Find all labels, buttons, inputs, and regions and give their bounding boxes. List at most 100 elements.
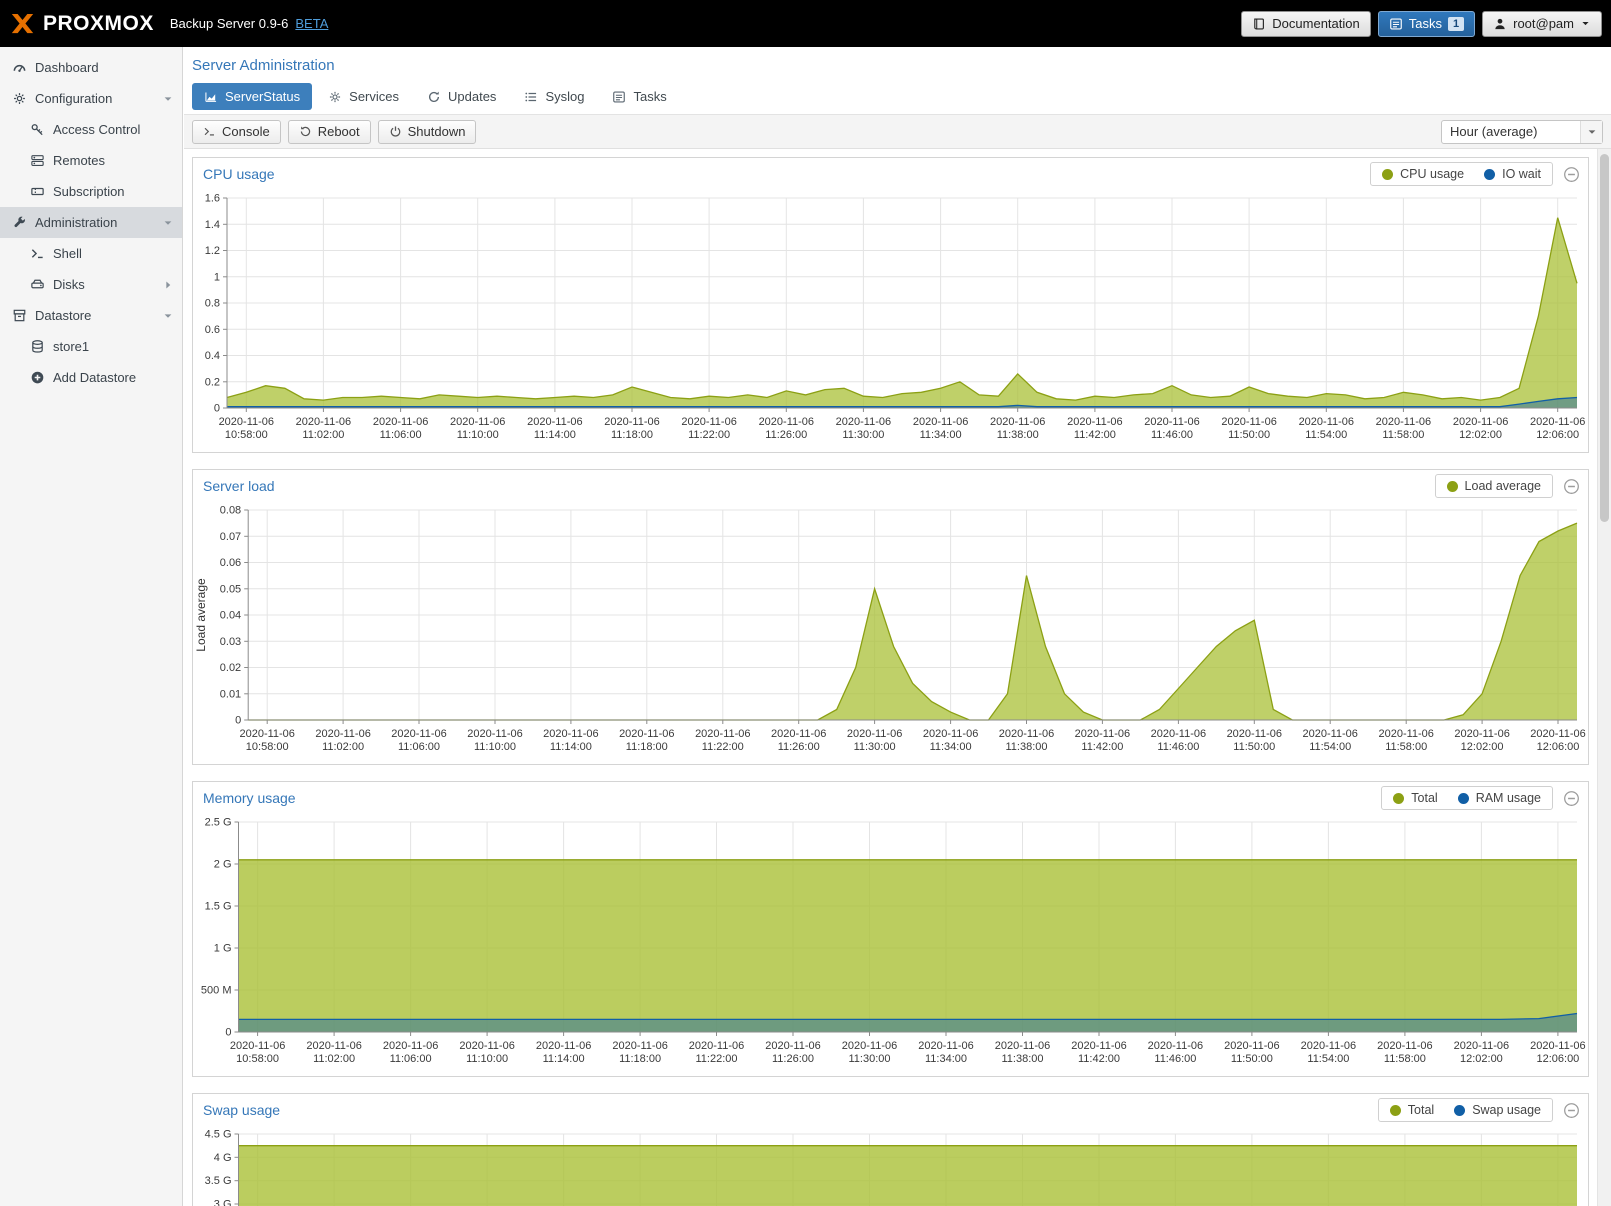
console-button[interactable]: Console <box>192 120 281 144</box>
user-menu-button[interactable]: root@pam <box>1482 11 1602 37</box>
collapse-arrow-icon[interactable] <box>162 93 174 105</box>
tab-label: Tasks <box>633 89 666 104</box>
svg-text:Load average: Load average <box>194 578 208 652</box>
memory-usage-chart: 0500 M1 G1.5 G2 G2.5 G2020-11-0610:58:00… <box>193 814 1589 1076</box>
legend-item-load-average[interactable]: Load average <box>1447 479 1541 493</box>
server-toolbar: Console Reboot Shutdown Hour (average) <box>184 114 1611 149</box>
sidebar-item-shell[interactable]: Shell <box>0 238 182 269</box>
svg-text:11:50:00: 11:50:00 <box>1233 741 1275 753</box>
legend-item-ram-usage[interactable]: RAM usage <box>1458 791 1541 805</box>
sidebar-item-configuration[interactable]: Configuration <box>0 83 182 114</box>
sidebar-item-remotes[interactable]: Remotes <box>0 145 182 176</box>
select-trigger[interactable] <box>1580 121 1602 143</box>
sidebar-item-access-control[interactable]: Access Control <box>0 114 182 145</box>
sidebar-item-dashboard[interactable]: Dashboard <box>0 52 182 83</box>
svg-text:2020-11-06: 2020-11-06 <box>450 416 505 428</box>
svg-text:11:14:00: 11:14:00 <box>543 1053 585 1065</box>
sidebar-item-administration[interactable]: Administration <box>0 207 182 238</box>
svg-text:11:06:00: 11:06:00 <box>390 1053 432 1065</box>
tab-updates[interactable]: Updates <box>415 83 508 110</box>
collapse-arrow-icon[interactable] <box>162 217 174 229</box>
svg-text:2020-11-06: 2020-11-06 <box>1454 1040 1509 1052</box>
tasks-button[interactable]: Tasks 1 <box>1378 11 1475 37</box>
svg-text:11:54:00: 11:54:00 <box>1305 429 1347 441</box>
svg-text:2020-11-06: 2020-11-06 <box>1530 1040 1585 1052</box>
documentation-button[interactable]: Documentation <box>1241 11 1370 37</box>
svg-text:12:02:00: 12:02:00 <box>1460 1053 1503 1065</box>
collapse-panel-icon[interactable] <box>1563 478 1580 495</box>
panel-title: Memory usage <box>203 790 1381 806</box>
collapse-panel-icon[interactable] <box>1563 166 1580 183</box>
svg-text:2020-11-06: 2020-11-06 <box>913 416 968 428</box>
svg-text:11:22:00: 11:22:00 <box>702 741 744 753</box>
panel-header: Swap usage Total Swap usage <box>193 1094 1588 1126</box>
legend-item-io-wait[interactable]: IO wait <box>1484 167 1541 181</box>
svg-text:1.6: 1.6 <box>205 193 220 205</box>
chart-legend: Total RAM usage <box>1381 786 1553 810</box>
reboot-button[interactable]: Reboot <box>288 120 371 144</box>
legend-item-total[interactable]: Total <box>1390 1103 1434 1117</box>
timeframe-select[interactable]: Hour (average) <box>1441 120 1603 144</box>
wrench-icon <box>12 215 27 230</box>
sidebar-item-store1[interactable]: store1 <box>0 331 182 362</box>
shutdown-button[interactable]: Shutdown <box>378 120 477 144</box>
tab-label: Syslog <box>545 89 584 104</box>
svg-text:11:58:00: 11:58:00 <box>1384 1053 1426 1065</box>
svg-text:2020-11-06: 2020-11-06 <box>239 728 294 740</box>
svg-text:11:26:00: 11:26:00 <box>772 1053 814 1065</box>
legend-item-cpu-usage[interactable]: CPU usage <box>1382 167 1464 181</box>
chart-legend: Total Swap usage <box>1378 1098 1553 1122</box>
svg-text:2020-11-06: 2020-11-06 <box>459 1040 514 1052</box>
svg-text:11:18:00: 11:18:00 <box>626 741 668 753</box>
caret-down-icon <box>1580 18 1591 29</box>
svg-text:11:50:00: 11:50:00 <box>1228 429 1270 441</box>
panel-header: CPU usage CPU usage IO wait <box>193 158 1588 190</box>
sidebar-item-label: Datastore <box>35 308 91 323</box>
scrollbar-thumb[interactable] <box>1600 154 1609 522</box>
tab-tasks[interactable]: Tasks <box>600 83 678 110</box>
svg-text:11:30:00: 11:30:00 <box>842 429 884 441</box>
svg-text:11:50:00: 11:50:00 <box>1231 1053 1273 1065</box>
svg-text:2020-11-06: 2020-11-06 <box>847 728 902 740</box>
collapse-panel-icon[interactable] <box>1563 1102 1580 1119</box>
svg-text:2020-11-06: 2020-11-06 <box>296 416 351 428</box>
terminal-icon <box>203 125 216 138</box>
collapse-arrow-icon[interactable] <box>162 310 174 322</box>
tab-label: Services <box>349 89 399 104</box>
svg-text:11:58:00: 11:58:00 <box>1382 429 1424 441</box>
sidebar-item-subscription[interactable]: Subscription <box>0 176 182 207</box>
svg-text:2020-11-06: 2020-11-06 <box>391 728 446 740</box>
svg-text:0.02: 0.02 <box>220 662 241 674</box>
svg-text:11:10:00: 11:10:00 <box>457 429 499 441</box>
collapse-panel-icon[interactable] <box>1563 790 1580 807</box>
panel-cpu-usage: CPU usage CPU usage IO wait 00.20.40.60. <box>192 157 1589 453</box>
chart-legend: CPU usage IO wait <box>1370 162 1553 186</box>
svg-text:11:42:00: 11:42:00 <box>1074 429 1116 441</box>
svg-text:11:26:00: 11:26:00 <box>778 741 820 753</box>
sidebar-item-label: Dashboard <box>35 60 99 75</box>
svg-text:2020-11-06: 2020-11-06 <box>527 416 582 428</box>
proxmox-backup-server-app: PROXMOX Backup Server 0.9-6 BETA Documen… <box>0 0 1611 1206</box>
sidebar-item-add-datastore[interactable]: Add Datastore <box>0 362 182 393</box>
plus-circle-icon <box>30 370 45 385</box>
sidebar-item-datastore[interactable]: Datastore <box>0 300 182 331</box>
svg-text:2020-11-06: 2020-11-06 <box>999 728 1054 740</box>
beta-link[interactable]: BETA <box>295 16 328 31</box>
svg-text:11:34:00: 11:34:00 <box>930 741 972 753</box>
sidebar-item-disks[interactable]: Disks <box>0 269 182 300</box>
expand-arrow-icon[interactable] <box>162 279 174 291</box>
legend-item-total[interactable]: Total <box>1393 791 1437 805</box>
svg-text:2020-11-06: 2020-11-06 <box>306 1040 361 1052</box>
legend-label: RAM usage <box>1476 791 1541 805</box>
tasks-button-label: Tasks <box>1409 16 1442 31</box>
vertical-scrollbar[interactable] <box>1597 149 1611 1206</box>
book-icon <box>1252 17 1266 31</box>
tab-serverstatus[interactable]: ServerStatus <box>192 83 312 110</box>
tab-services[interactable]: Services <box>316 83 411 110</box>
svg-text:11:42:00: 11:42:00 <box>1081 741 1123 753</box>
tab-syslog[interactable]: Syslog <box>512 83 596 110</box>
panel-title: Server load <box>203 478 1435 494</box>
legend-item-swap-usage[interactable]: Swap usage <box>1454 1103 1541 1117</box>
svg-text:3 G: 3 G <box>214 1199 232 1206</box>
datastore-icon <box>12 308 27 323</box>
